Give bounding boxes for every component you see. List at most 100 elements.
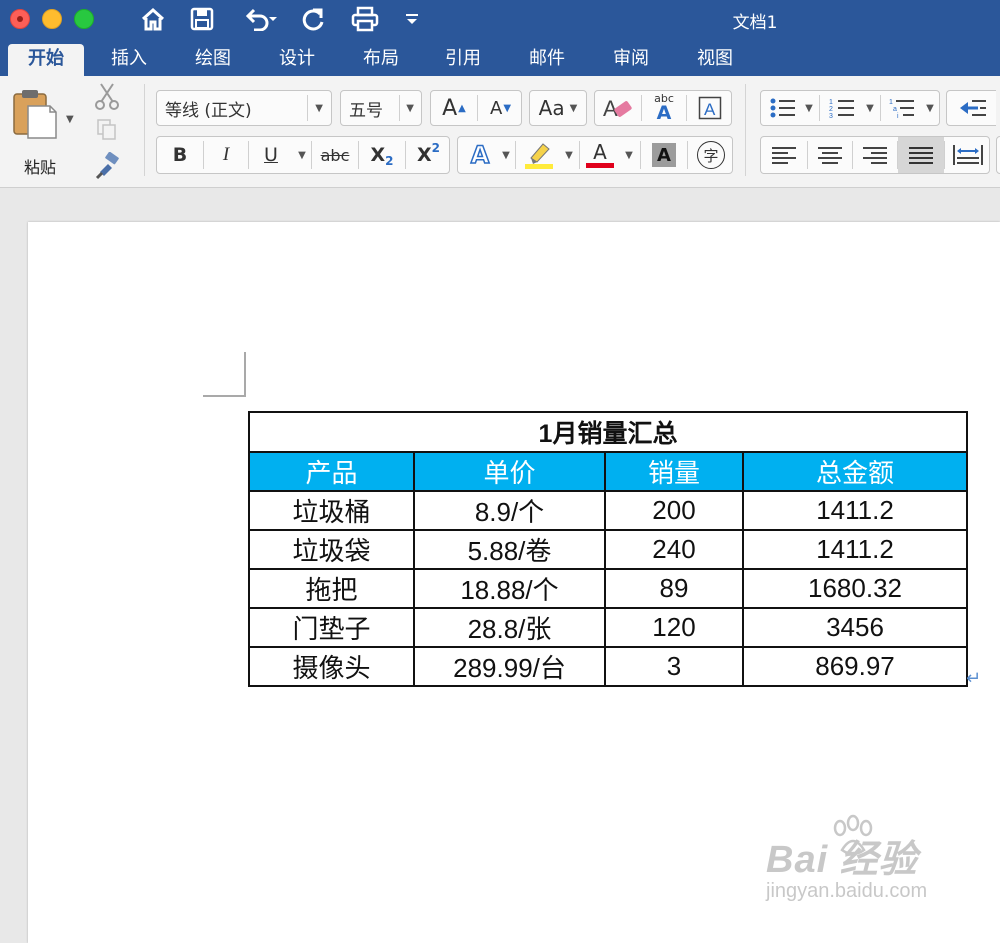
table-cell[interactable]: 拖把 (248, 568, 415, 609)
subscript-digit: 2 (385, 154, 394, 168)
sales-table[interactable]: 1月销量汇总 产品 单价 销量 总金额 垃圾桶 8.9/个 200 1411.2… (248, 411, 968, 687)
format-painter-icon[interactable] (94, 151, 122, 180)
highlight-dropdown[interactable]: ▼ (560, 137, 578, 173)
minimize-window-button[interactable] (42, 9, 62, 29)
bullets-dropdown[interactable]: ▼ (801, 91, 817, 125)
tab-view[interactable]: 视图 (682, 44, 748, 76)
tab-insert[interactable]: 插入 (96, 44, 162, 76)
font-size-select[interactable]: 五号 ▼ (340, 90, 422, 126)
tab-references[interactable]: 引用 (430, 44, 496, 76)
paw-logo-icon (833, 814, 873, 856)
group-separator (745, 84, 746, 176)
enclose-characters-button[interactable]: 字 (688, 137, 734, 173)
table-cell[interactable]: 1411.2 (742, 490, 968, 531)
distributed-button[interactable] (945, 137, 991, 173)
header-total[interactable]: 总金额 (742, 451, 968, 492)
character-shading-button[interactable]: A (641, 137, 687, 173)
triangle-down-icon: ▼ (503, 102, 512, 114)
document-canvas[interactable]: 1月销量汇总 产品 单价 销量 总金额 垃圾桶 8.9/个 200 1411.2… (0, 188, 1000, 943)
numbering-dropdown[interactable]: ▼ (861, 91, 879, 125)
alignment-group (760, 136, 990, 174)
table-title[interactable]: 1月销量汇总 (248, 411, 968, 453)
table-cell[interactable]: 3456 (742, 607, 968, 648)
table-cell[interactable]: 垃圾袋 (248, 529, 415, 570)
table-cell[interactable]: 门垫子 (248, 607, 415, 648)
table-cell[interactable]: 垃圾桶 (248, 490, 415, 531)
table-row: 垃圾袋 5.88/卷 240 1411.2 (248, 529, 968, 570)
tab-mailings[interactable]: 邮件 (514, 44, 580, 76)
table-cell[interactable]: 869.97 (742, 646, 968, 687)
highlight-button[interactable] (516, 137, 562, 173)
tab-design[interactable]: 设计 (264, 44, 330, 76)
strikethrough-button[interactable]: abc (312, 137, 358, 173)
underline-dropdown[interactable]: ▼ (293, 137, 311, 173)
table-cell[interactable]: 120 (604, 607, 744, 648)
shrink-font-button[interactable]: A ▼ (478, 91, 523, 125)
redo-icon[interactable] (298, 4, 330, 34)
line-spacing-button-partial[interactable] (996, 136, 1000, 174)
table-cell[interactable]: 289.99/台 (413, 646, 606, 687)
svg-text:2: 2 (829, 106, 833, 113)
underline-button[interactable]: U (249, 137, 293, 173)
justify-button[interactable] (898, 137, 944, 173)
table-cell[interactable]: 18.88/个 (413, 568, 606, 609)
text-effects-dropdown[interactable]: ▼ (498, 137, 514, 173)
outdent-icon (959, 100, 986, 116)
font-name-select[interactable]: 等线 (正文) ▼ (156, 90, 332, 126)
zoom-window-button[interactable] (74, 9, 94, 29)
change-case-button[interactable]: Aa ▼ (529, 90, 587, 126)
multilevel-list-button[interactable]: 1ai (881, 91, 923, 125)
table-cell[interactable]: 5.88/卷 (413, 529, 606, 570)
grow-font-button[interactable]: A ▲ (431, 91, 477, 125)
home-icon[interactable] (136, 4, 170, 34)
table-cell[interactable]: 1411.2 (742, 529, 968, 570)
table-cell[interactable]: 3 (604, 646, 744, 687)
tab-draw[interactable]: 绘图 (180, 44, 246, 76)
align-center-button[interactable] (808, 137, 852, 173)
paste-button[interactable]: ▼ 粘贴 (8, 86, 78, 177)
tab-layout[interactable]: 布局 (348, 44, 414, 76)
table-cell[interactable]: 200 (604, 490, 744, 531)
table-cell[interactable]: 28.8/张 (413, 607, 606, 648)
print-icon[interactable] (348, 4, 382, 34)
character-border-button[interactable]: A (687, 91, 733, 125)
font-color-group: A ▼ ▼ A ▼ A 字 (457, 136, 733, 174)
superscript-button[interactable]: X2 (406, 137, 451, 173)
header-product[interactable]: 产品 (248, 451, 415, 492)
header-unit-price[interactable]: 单价 (413, 451, 606, 492)
italic-button[interactable]: I (204, 137, 248, 173)
tab-home[interactable]: 开始 (8, 44, 84, 76)
chevron-down-icon: ▼ (406, 103, 414, 114)
justify-icon (909, 147, 933, 164)
save-icon[interactable] (186, 4, 218, 34)
phonetic-guide-button[interactable]: abc A (642, 91, 686, 125)
bold-button[interactable]: B (157, 137, 203, 173)
cut-icon[interactable] (94, 82, 122, 112)
copy-icon[interactable] (96, 118, 120, 144)
table-title-row: 1月销量汇总 (248, 411, 968, 453)
numbering-button[interactable]: 123 (820, 91, 864, 125)
bullets-button[interactable] (761, 91, 805, 125)
table-cell[interactable]: 摄像头 (248, 646, 415, 687)
multilevel-dropdown[interactable]: ▼ (921, 91, 939, 125)
table-cell[interactable]: 240 (604, 529, 744, 570)
table-cell[interactable]: 8.9/个 (413, 490, 606, 531)
change-case-label: Aa (538, 96, 565, 120)
undo-icon[interactable] (236, 4, 286, 34)
tab-review[interactable]: 审阅 (598, 44, 664, 76)
subscript-button[interactable]: X2 (359, 137, 405, 173)
header-quantity[interactable]: 销量 (604, 451, 744, 492)
paste-dropdown-icon[interactable]: ▼ (66, 114, 74, 125)
clear-formatting-button[interactable]: A (595, 91, 641, 125)
eraser-icon: A (603, 96, 632, 121)
text-effects-button[interactable]: A (458, 137, 502, 173)
align-right-button[interactable] (853, 137, 897, 173)
table-cell[interactable]: 1680.32 (742, 568, 968, 609)
align-left-button[interactable] (761, 137, 807, 173)
font-color-button[interactable]: A (580, 137, 620, 173)
decrease-indent-button[interactable] (946, 90, 996, 126)
font-color-dropdown[interactable]: ▼ (620, 137, 638, 173)
table-cell[interactable]: 89 (604, 568, 744, 609)
close-window-button[interactable] (10, 9, 30, 29)
customize-toolbar-icon[interactable] (400, 4, 424, 34)
